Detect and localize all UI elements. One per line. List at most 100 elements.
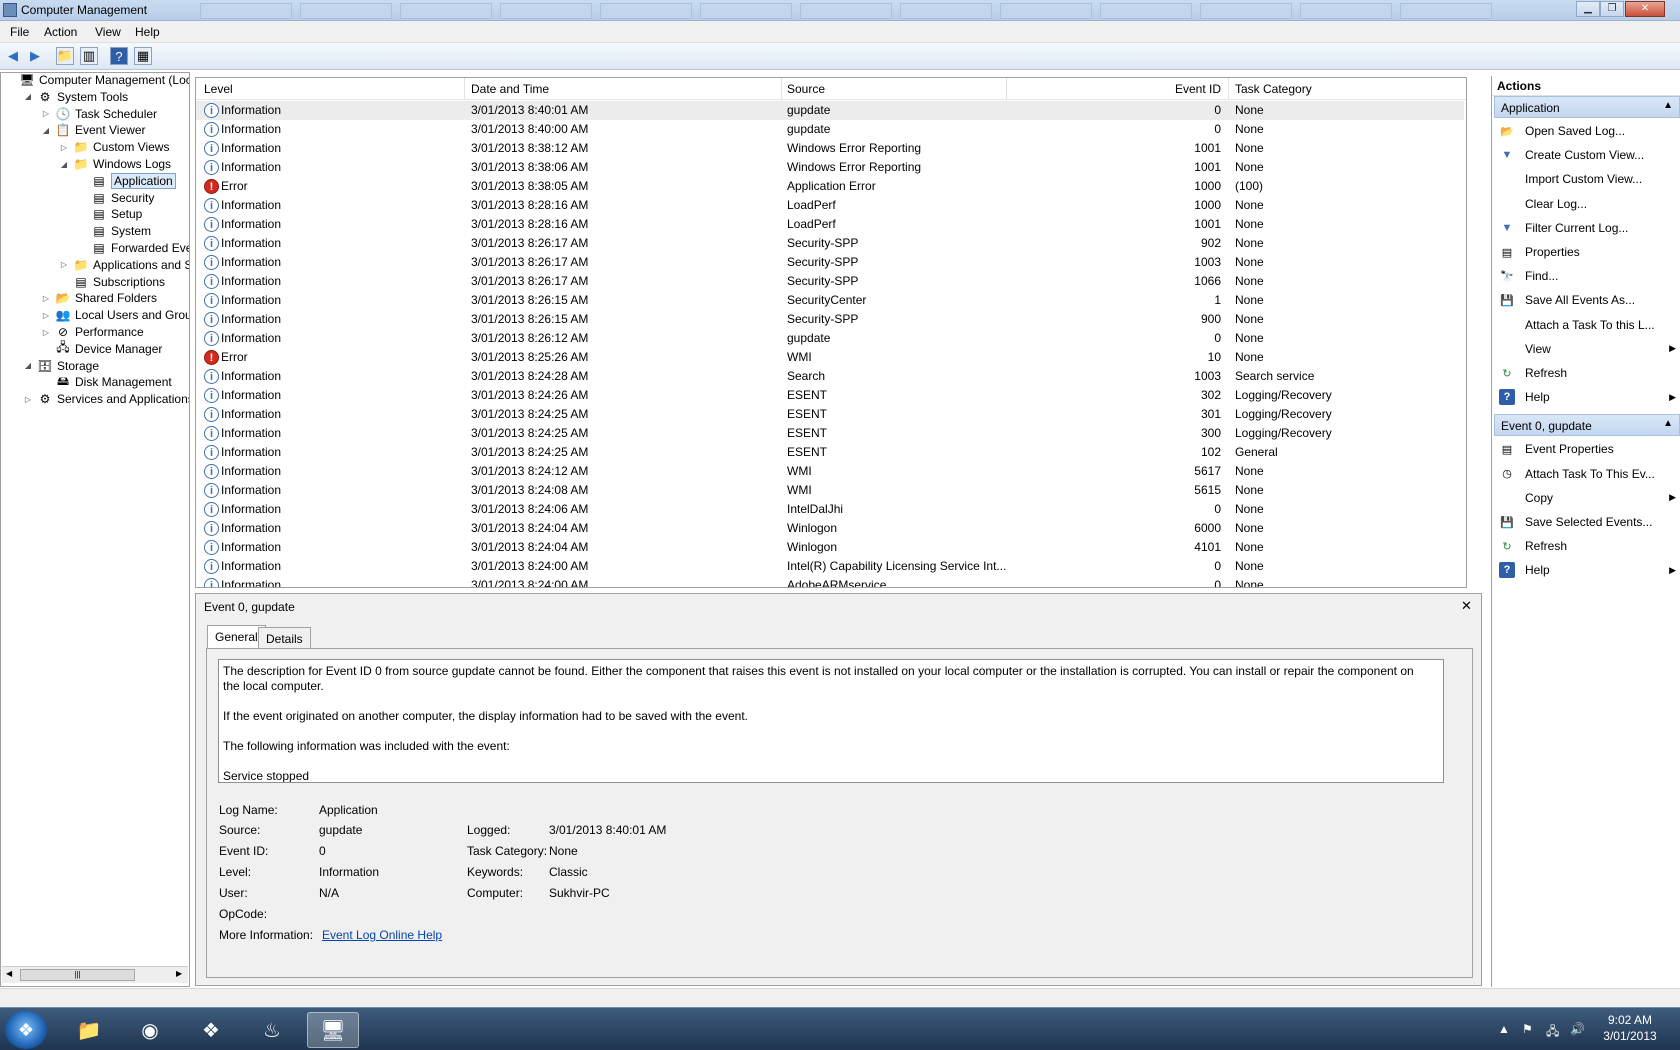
show-hide-tree-icon[interactable]: ▥	[80, 47, 98, 65]
action-refresh[interactable]: ↻ Refresh	[1494, 536, 1680, 556]
scroll-left-arrow-icon[interactable]: ◀	[6, 969, 12, 978]
column-header-source[interactable]: Source	[787, 82, 825, 96]
tab-general[interactable]: General	[207, 625, 266, 649]
expander-arrow-icon[interactable]: ▷	[41, 328, 51, 337]
event-row[interactable]: i Information 3/01/2013 8:24:26 AM ESENT 302…	[196, 386, 1464, 405]
tree-item-forwarded-event[interactable]: ▤ Forwarded Event	[77, 239, 189, 257]
scroll-right-arrow-icon[interactable]: ▶	[176, 969, 182, 978]
expander-arrow-icon[interactable]: ◢	[23, 361, 33, 370]
event-row[interactable]: i Information 3/01/2013 8:26:15 AM Security…	[196, 310, 1464, 329]
event-description-box[interactable]: The description for Event ID 0 from sour…	[218, 659, 1444, 783]
action-clear-log[interactable]: Clear Log...	[1494, 194, 1680, 214]
tree-item-setup[interactable]: ▤ Setup	[77, 205, 142, 223]
collapse-caret-icon[interactable]: ▲	[1663, 418, 1673, 429]
expander-arrow-icon[interactable]: ▷	[41, 294, 51, 303]
event-row[interactable]: i Information 3/01/2013 8:40:01 AM gupdate 0…	[196, 101, 1464, 120]
tree-horizontal-scrollbar[interactable]: ◀ ||| ▶	[2, 966, 188, 983]
minimize-button[interactable]: ▁	[1576, 1, 1600, 17]
action-save-selected-events[interactable]: 💾 Save Selected Events...	[1494, 512, 1680, 532]
scrollbar-thumb[interactable]: |||	[20, 969, 135, 981]
event-row[interactable]: i Information 3/01/2013 8:24:04 AM Winlogon…	[196, 519, 1464, 538]
menu-file[interactable]: File	[10, 25, 29, 39]
event-row[interactable]: i Information 3/01/2013 8:24:25 AM ESENT 102…	[196, 443, 1464, 462]
tree-item-custom-views[interactable]: ▷ 📁 Custom Views	[59, 138, 170, 156]
up-folder-icon[interactable]: 📁	[56, 47, 74, 65]
tree-item-subscriptions[interactable]: ▤ Subscriptions	[59, 273, 165, 291]
expander-arrow-icon[interactable]: ▷	[59, 260, 69, 269]
steam-icon[interactable]: ♨	[246, 1012, 298, 1048]
show-hidden-icons-icon[interactable]: ▲	[1498, 1022, 1510, 1036]
tree-item-applications-and-se[interactable]: ▷ 📁 Applications and Se	[59, 256, 189, 274]
expander-arrow-icon[interactable]: ▷	[41, 311, 51, 320]
action-refresh[interactable]: ↻ Refresh	[1494, 363, 1680, 383]
tree-item-local-users-and-groups[interactable]: ▷ 👥 Local Users and Groups	[41, 306, 189, 324]
action-attach-a-task-to-this-l[interactable]: Attach a Task To this L...	[1494, 315, 1680, 335]
close-window-button[interactable]: ✕	[1625, 1, 1665, 17]
column-separator[interactable]	[1228, 78, 1229, 100]
help-icon[interactable]: ?	[110, 47, 128, 65]
start-button-windows-icon[interactable]: ❖	[5, 1011, 47, 1049]
actions-section-application[interactable]: Application ▲	[1494, 96, 1680, 118]
event-row[interactable]: i Information 3/01/2013 8:38:06 AM Windows …	[196, 158, 1464, 177]
description-scrollbar[interactable]: ▲ ▼	[1443, 661, 1444, 783]
action-find[interactable]: 🔭 Find...	[1494, 266, 1680, 286]
show-hide-action-pane-icon[interactable]: ▦	[134, 47, 152, 65]
event-row[interactable]: i Information 3/01/2013 8:26:17 AM Security…	[196, 234, 1464, 253]
action-event-properties[interactable]: ▤ Event Properties	[1494, 439, 1680, 459]
event-row[interactable]: i Information 3/01/2013 8:24:12 AM WMI 5617 N…	[196, 462, 1464, 481]
close-detail-icon[interactable]: ✕	[1461, 598, 1472, 614]
event-row[interactable]: i Information 3/01/2013 8:24:00 AM Intel(R)…	[196, 557, 1464, 576]
action-view[interactable]: View ▶	[1494, 339, 1680, 359]
expander-arrow-icon[interactable]: ◢	[59, 160, 69, 169]
event-row[interactable]: ! Error 3/01/2013 8:25:26 AM WMI 10 None	[196, 348, 1464, 367]
column-header-event-id[interactable]: Event ID	[1021, 82, 1221, 96]
maximize-button[interactable]: ❐	[1600, 1, 1624, 17]
tree-item-windows-logs[interactable]: ◢ 📁 Windows Logs	[59, 155, 171, 173]
action-help[interactable]: ? Help ▶	[1494, 560, 1680, 580]
column-header-task-category[interactable]: Task Category	[1235, 82, 1312, 96]
computer-management-icon[interactable]: 🖥	[307, 1012, 359, 1048]
action-properties[interactable]: ▤ Properties	[1494, 242, 1680, 262]
event-log-online-help-link[interactable]: Event Log Online Help	[322, 928, 442, 942]
tree-item-services-and-applications[interactable]: ▷ ⚙ Services and Applications	[23, 390, 189, 408]
taskbar-clock[interactable]: 9:02 AM 3/01/2013	[1588, 1012, 1672, 1044]
event-row[interactable]: i Information 3/01/2013 8:24:00 AM AdobeARM…	[196, 576, 1464, 587]
dropbox-icon[interactable]: ❖	[185, 1012, 237, 1048]
event-row[interactable]: i Information 3/01/2013 8:24:04 AM Winlogon…	[196, 538, 1464, 557]
tree-item-application[interactable]: ▤ Application	[77, 172, 176, 190]
event-row[interactable]: i Information 3/01/2013 8:38:12 AM Windows …	[196, 139, 1464, 158]
event-row[interactable]: i Information 3/01/2013 8:26:17 AM Security…	[196, 253, 1464, 272]
tree-item-event-viewer[interactable]: ◢ 📋 Event Viewer	[41, 121, 146, 139]
tree-item-task-scheduler[interactable]: ▷ 🕓 Task Scheduler	[41, 105, 157, 123]
expander-arrow-icon[interactable]: ◢	[41, 126, 51, 135]
event-row[interactable]: i Information 3/01/2013 8:26:12 AM gupdate 0…	[196, 329, 1464, 348]
menu-view[interactable]: View	[95, 25, 121, 39]
event-row[interactable]: i Information 3/01/2013 8:24:25 AM ESENT 300…	[196, 424, 1464, 443]
event-row[interactable]: i Information 3/01/2013 8:40:00 AM gupdate 0…	[196, 120, 1464, 139]
action-copy[interactable]: Copy ▶	[1494, 488, 1680, 508]
event-row[interactable]: i Information 3/01/2013 8:24:25 AM ESENT 301…	[196, 405, 1464, 424]
event-row[interactable]: i Information 3/01/2013 8:24:08 AM WMI 5615 N…	[196, 481, 1464, 500]
tree-item-device-manager[interactable]: 🖧 Device Manager	[41, 340, 162, 358]
column-header-date-time[interactable]: Date and Time	[471, 82, 549, 96]
chrome-icon[interactable]: ◉	[124, 1012, 176, 1048]
event-row[interactable]: ! Error 3/01/2013 8:38:05 AM Application Er…	[196, 177, 1464, 196]
event-row[interactable]: i Information 3/01/2013 8:28:16 AM LoadPerf…	[196, 215, 1464, 234]
action-import-custom-view[interactable]: Import Custom View...	[1494, 169, 1680, 189]
column-header-level[interactable]: Level	[204, 82, 233, 96]
folder-icon[interactable]: 📁	[63, 1012, 115, 1048]
menu-help[interactable]: Help	[135, 25, 160, 39]
menu-action[interactable]: Action	[44, 25, 77, 39]
column-separator[interactable]	[781, 78, 782, 100]
expander-arrow-icon[interactable]: ▷	[59, 143, 69, 152]
tree-item-shared-folders[interactable]: ▷ 📂 Shared Folders	[41, 289, 157, 307]
action-save-all-events-as[interactable]: 💾 Save All Events As...	[1494, 290, 1680, 310]
action-attach-task-to-this-ev[interactable]: ◷ Attach Task To This Ev...	[1494, 464, 1680, 484]
expander-arrow-icon[interactable]: ◢	[23, 92, 33, 101]
event-row[interactable]: i Information 3/01/2013 8:26:15 AM Security…	[196, 291, 1464, 310]
event-row[interactable]: i Information 3/01/2013 8:24:06 AM IntelDal…	[196, 500, 1464, 519]
collapse-caret-icon[interactable]: ▲	[1663, 100, 1673, 111]
event-row[interactable]: i Information 3/01/2013 8:24:28 AM Search 10…	[196, 367, 1464, 386]
back-arrow-icon[interactable]: ◀	[4, 47, 22, 65]
action-open-saved-log[interactable]: 📂 Open Saved Log...	[1494, 121, 1680, 141]
